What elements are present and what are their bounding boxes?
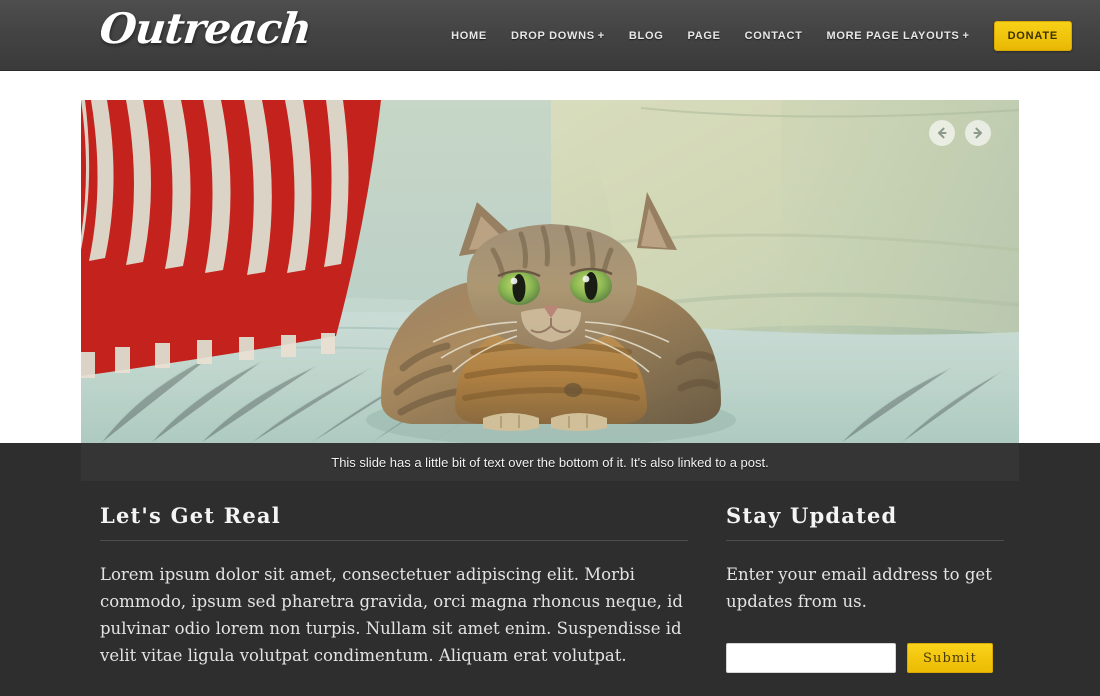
- donate-button[interactable]: DONATE: [993, 20, 1072, 51]
- left-column: Let's Get Real Lorem ipsum dolor sit ame…: [100, 503, 688, 669]
- nav-label: HOME: [451, 29, 487, 42]
- main-navigation: HOME DROP DOWNS + BLOG PAGE CONTACT MORE …: [439, 0, 1072, 71]
- nav-item-blog[interactable]: BLOG: [617, 30, 676, 42]
- nav-item-contact[interactable]: CONTACT: [733, 30, 815, 42]
- slide-photo[interactable]: [81, 100, 1019, 443]
- hero-slider[interactable]: [81, 100, 1019, 443]
- newsletter-form: Submit: [726, 643, 1004, 673]
- nav-item-home[interactable]: HOME: [439, 30, 499, 42]
- right-column: Stay Updated Enter your email address to…: [726, 503, 1004, 673]
- nav-label: DROP DOWNS: [510, 29, 595, 42]
- nav-label: MORE PAGE LAYOUTS: [826, 29, 960, 42]
- arrow-left-icon: [938, 127, 947, 139]
- content-section: This slide has a little bit of text over…: [0, 443, 1100, 696]
- slider-arrow-controls: [929, 120, 991, 146]
- site-logo[interactable]: Outreach: [97, 4, 313, 53]
- slider-next-button[interactable]: [965, 120, 991, 146]
- slider-prev-button[interactable]: [929, 120, 955, 146]
- right-column-body: Enter your email address to get updates …: [726, 565, 992, 611]
- nav-item-page[interactable]: PAGE: [675, 30, 732, 42]
- left-column-body: Lorem ipsum dolor sit amet, consectetuer…: [100, 565, 683, 665]
- nav-caret: +: [597, 29, 605, 42]
- site-header: Outreach HOME DROP DOWNS + BLOG PAGE CONT…: [0, 0, 1100, 71]
- right-heading-divider: [726, 540, 1004, 541]
- nav-label: BLOG: [628, 29, 664, 42]
- email-input[interactable]: [726, 643, 896, 673]
- left-heading-divider: [100, 540, 688, 541]
- arrow-right-icon: [973, 127, 982, 139]
- nav-caret: +: [962, 29, 970, 42]
- nav-item-more-page-layouts[interactable]: MORE PAGE LAYOUTS +: [815, 30, 982, 42]
- nav-label: PAGE: [687, 29, 721, 42]
- right-column-heading: Stay Updated: [726, 503, 898, 528]
- left-column-heading: Let's Get Real: [100, 503, 281, 528]
- slide-caption-text: This slide has a little bit of text over…: [331, 454, 769, 470]
- nav-label: CONTACT: [744, 29, 803, 42]
- slide-caption-band[interactable]: This slide has a little bit of text over…: [81, 443, 1019, 481]
- nav-item-drop-downs[interactable]: DROP DOWNS +: [499, 30, 617, 42]
- page-root: Outreach HOME DROP DOWNS + BLOG PAGE CONT…: [0, 0, 1100, 696]
- submit-button[interactable]: Submit: [907, 643, 993, 673]
- cat-photo-illustration: [81, 100, 1019, 443]
